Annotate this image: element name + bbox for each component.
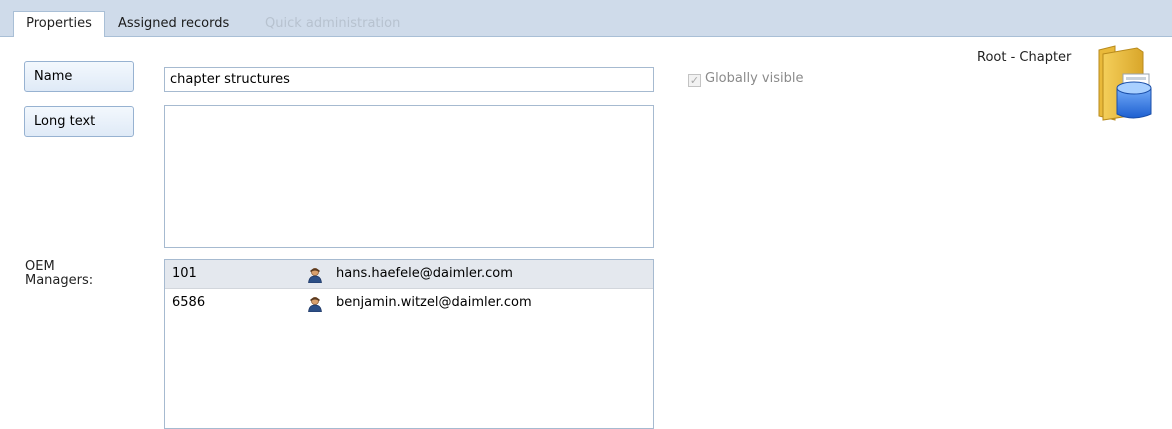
user-icon — [307, 266, 323, 284]
manager-id: 101 — [172, 266, 197, 281]
user-icon — [307, 295, 323, 313]
oem-managers-label: OEM Managers: — [25, 259, 94, 288]
globally-visible-option: ✓ Globally visible — [688, 71, 803, 89]
manager-email: hans.haefele@daimler.com — [336, 266, 513, 281]
list-item[interactable]: 101 hans.haefele@daimler.com — [165, 260, 653, 289]
tab-quick-administration: Quick administration — [265, 16, 401, 31]
manager-id: 6586 — [172, 295, 206, 310]
globally-visible-checkbox: ✓ — [688, 74, 701, 87]
long-text-button[interactable]: Long text — [24, 106, 134, 137]
folder-database-icon — [1093, 44, 1155, 124]
node-type-label: Root - Chapter — [977, 50, 1072, 65]
oem-managers-list[interactable]: 101 hans.haefele@daimler.com 6586 benjam… — [164, 259, 654, 429]
list-item[interactable]: 6586 benjamin.witzel@daimler.com — [165, 289, 653, 317]
manager-email: benjamin.witzel@daimler.com — [336, 295, 532, 310]
globally-visible-label: Globally visible — [705, 71, 804, 86]
tab-assigned-records[interactable]: Assigned records — [110, 12, 237, 35]
name-button[interactable]: Name — [24, 61, 134, 92]
tab-strip: Properties Assigned records Quick admini… — [0, 0, 1172, 37]
name-field[interactable]: chapter structures — [164, 67, 654, 92]
tab-properties[interactable]: Properties — [13, 11, 105, 37]
long-text-field[interactable] — [164, 105, 654, 248]
